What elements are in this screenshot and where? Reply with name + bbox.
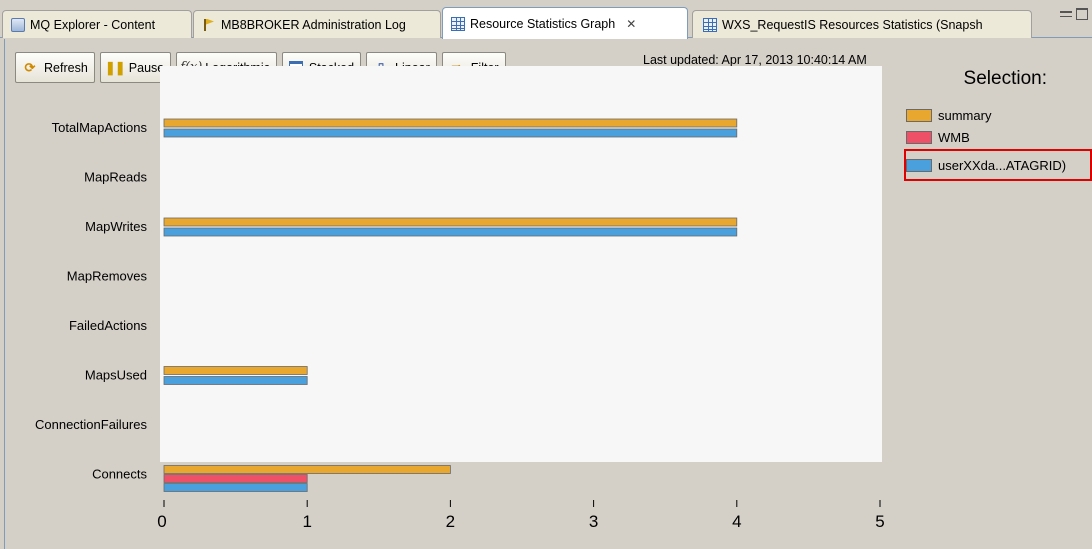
close-icon[interactable]: ✕ bbox=[626, 17, 636, 31]
x-tick-label: 0 bbox=[157, 512, 166, 531]
category-label: MapReads bbox=[84, 170, 147, 185]
legend: Selection: summary WMB userXXda...ATAGRI… bbox=[904, 68, 1092, 181]
legend-swatch bbox=[906, 158, 932, 172]
category-label: Connects bbox=[92, 467, 147, 482]
category-label: MapRemoves bbox=[67, 269, 148, 284]
legend-item-wmb[interactable]: WMB bbox=[904, 126, 1092, 148]
bar-wmb[interactable] bbox=[163, 474, 308, 483]
bar-userxxdaatagrid[interactable] bbox=[163, 128, 738, 138]
x-tick-label: 2 bbox=[446, 512, 455, 531]
category-label: TotalMapActions bbox=[52, 120, 148, 135]
bar-summary[interactable] bbox=[163, 465, 451, 474]
bar-userxxdaatagrid[interactable] bbox=[163, 227, 738, 237]
bar-userxxdaatagrid[interactable] bbox=[163, 376, 308, 385]
legend-label: summary bbox=[938, 107, 992, 123]
bar-summary[interactable] bbox=[163, 217, 738, 227]
category-label: FailedActions bbox=[69, 318, 148, 333]
x-tick-label: 4 bbox=[732, 512, 741, 531]
category-label: MapsUsed bbox=[85, 368, 147, 383]
x-tick-label: 3 bbox=[589, 512, 598, 531]
legend-title: Selection: bbox=[963, 68, 1047, 89]
legend-item-summary[interactable]: summary bbox=[904, 104, 1092, 126]
x-tick-label: 5 bbox=[875, 512, 884, 531]
bar-userxxdaatagrid[interactable] bbox=[163, 483, 308, 492]
legend-label: userXXda...ATAGRID) bbox=[938, 157, 1067, 173]
x-tick-label: 1 bbox=[302, 512, 311, 531]
bar-summary[interactable] bbox=[163, 118, 738, 128]
table-icon bbox=[451, 16, 465, 31]
legend-swatch bbox=[906, 108, 932, 122]
tab-label: Resource Statistics Graph bbox=[470, 16, 616, 31]
legend-label: WMB bbox=[938, 129, 970, 145]
tab-resource-statistics-graph[interactable]: Resource Statistics Graph ✕ bbox=[442, 7, 688, 39]
category-label: MapWrites bbox=[85, 219, 147, 234]
bar-summary[interactable] bbox=[163, 366, 308, 375]
legend-swatch bbox=[906, 130, 932, 144]
category-label: ConnectionFailures bbox=[35, 417, 148, 432]
legend-item-userxxdatagrid[interactable]: userXXda...ATAGRID) bbox=[904, 149, 1092, 181]
